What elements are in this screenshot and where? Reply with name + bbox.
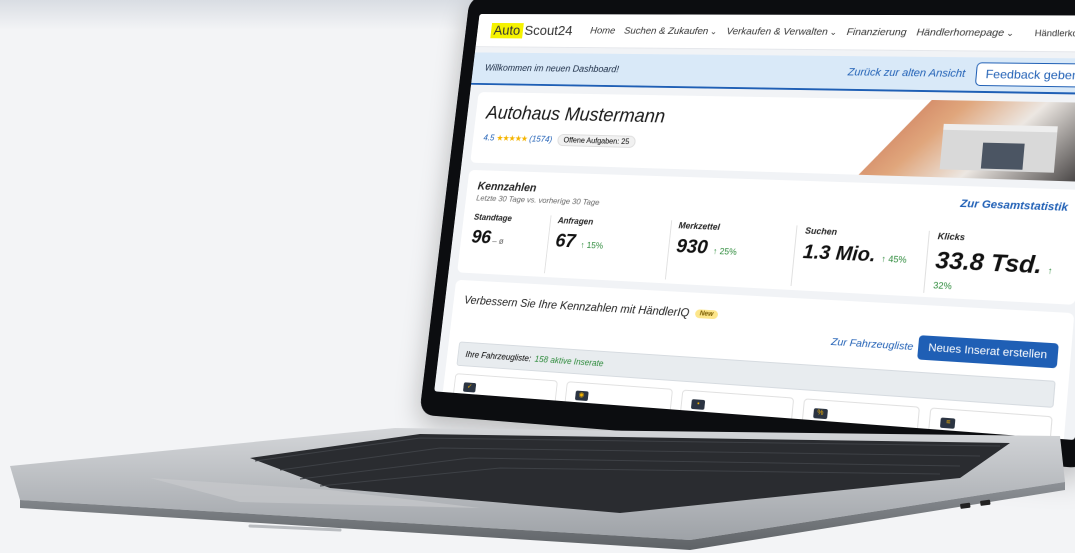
nav-item-home[interactable]: Home — [590, 25, 616, 36]
laptop: Auto Scout24 Home Suchen & Zukaufen⌄ Ver… — [0, 0, 1075, 553]
dealer-name: Autohaus Mustermann — [485, 103, 666, 128]
improve-title: Verbessern Sie Ihre Kennzahlen mit Händl… — [463, 293, 718, 321]
metric-label: Standtage — [474, 212, 551, 224]
gesamtstatistik-link[interactable]: Zur Gesamtstatistik — [960, 198, 1069, 214]
back-to-old-view-link[interactable]: Zurück zur alten Ansicht — [847, 67, 966, 80]
fahrzeugliste-summary-label: Ihre Fahrzeugliste: — [465, 349, 532, 363]
metric-delta: ↑ 25% — [713, 246, 738, 257]
metric-value: 33.8 Tsd. — [934, 247, 1043, 279]
dealer-meta: 4.5 ★★★★★ (1574) Offene Aufgaben: 25 — [483, 132, 637, 148]
keyboard-deck-illustration — [0, 418, 1075, 553]
account-link[interactable]: Händlerkonto — [1034, 28, 1075, 38]
metric-suchen[interactable]: Suchen 1.3 Mio. ↑ 45% — [791, 225, 929, 292]
metric-anfragen[interactable]: Anfragen 67 ↑ 15% — [544, 215, 671, 279]
metric-standtage[interactable]: Standtage 96– ø — [468, 212, 551, 273]
nav-item-finanzierung[interactable]: Finanzierung — [846, 26, 907, 38]
metric-value: 67 — [554, 231, 576, 252]
welcome-text: Willkommen im neuen Dashboard! — [484, 63, 619, 75]
fahrzeugliste-dropdown[interactable]: Zur Fahrzeugliste ⌄ — [830, 336, 925, 354]
star-rating-icon: ★★★★★ — [496, 133, 528, 143]
active-listings-count: 158 aktive Inserate — [534, 354, 604, 368]
fahrzeugliste-label: Zur Fahrzeugliste — [830, 336, 913, 353]
autoscout24-logo[interactable]: Auto Scout24 — [490, 23, 573, 39]
image-icon: ▪ — [691, 399, 705, 410]
chevron-down-icon: ⌄ — [1006, 28, 1015, 38]
nav-item-haendlerhomepage-label: Händlerhomepage — [916, 27, 1005, 39]
rating-value: 4.5 — [483, 133, 495, 142]
metric-label: Anfragen — [557, 216, 671, 230]
chevron-down-icon: ⌄ — [710, 27, 718, 36]
nav-item-verkaufen[interactable]: Verkaufen & Verwalten⌄ — [726, 26, 838, 38]
kennzahlen-subtitle: Letzte 30 Tage vs. vorherige 30 Tage — [476, 193, 600, 207]
top-navigation: Auto Scout24 Home Suchen & Zukaufen⌄ Ver… — [476, 14, 1075, 53]
metric-klicks[interactable]: Klicks 33.8 Tsd. ↑ 32% — [923, 231, 1067, 300]
new-listing-button[interactable]: Neues Inserat erstellen — [917, 335, 1059, 368]
metric-value: 96 — [471, 227, 493, 248]
dashboard-screen: Auto Scout24 Home Suchen & Zukaufen⌄ Ver… — [434, 14, 1075, 440]
camera-icon: ◉ — [575, 391, 589, 402]
metric-label: Suchen — [805, 226, 929, 241]
building-window-shape — [981, 143, 1025, 170]
nav-item-haendlerhomepage[interactable]: Händlerhomepage⌄ — [916, 27, 1015, 39]
improve-title-text: Verbessern Sie Ihre Kennzahlen mit Händl… — [463, 293, 690, 319]
welcome-banner: Willkommen im neuen Dashboard! Zurück zu… — [471, 52, 1075, 94]
laptop-base — [0, 418, 1075, 553]
metric-label: Merkzettel — [678, 221, 797, 236]
kennzahlen-title: Kennzahlen — [477, 179, 537, 194]
dealer-rating[interactable]: 4.5 ★★★★★ (1574) — [483, 133, 553, 145]
chevron-down-icon: ⌄ — [829, 27, 837, 37]
logo-part-scout24: Scout24 — [524, 23, 574, 39]
metric-value: 930 — [675, 236, 708, 259]
new-badge: New — [694, 309, 718, 319]
review-count: (1574) — [529, 134, 553, 144]
nav-item-suchen-label: Suchen & Zukaufen — [624, 25, 709, 37]
metric-delta: ↑ 15% — [580, 240, 604, 250]
checklist-icon: ✓ — [463, 382, 476, 392]
metric-merkzettel[interactable]: Merkzettel 930 ↑ 25% — [664, 220, 796, 286]
logo-part-auto: Auto — [490, 23, 523, 38]
nav-item-verkaufen-label: Verkaufen & Verwalten — [726, 26, 828, 38]
metric-sub: – ø — [492, 236, 504, 246]
nav-item-suchen[interactable]: Suchen & Zukaufen⌄ — [624, 25, 718, 37]
metric-delta: ↑ 45% — [881, 254, 907, 265]
feedback-button[interactable]: Feedback geben — [974, 62, 1075, 87]
metric-value: 1.3 Mio. — [802, 241, 877, 266]
dealer-card: Autohaus Mustermann 4.5 ★★★★★ (1574) Off… — [470, 92, 1075, 182]
open-tasks-badge[interactable]: Offene Aufgaben: 25 — [557, 134, 637, 148]
laptop-lid: Auto Scout24 Home Suchen & Zukaufen⌄ Ver… — [419, 0, 1075, 469]
metric-label: Klicks — [937, 231, 1067, 247]
dealership-photo — [859, 99, 1075, 182]
